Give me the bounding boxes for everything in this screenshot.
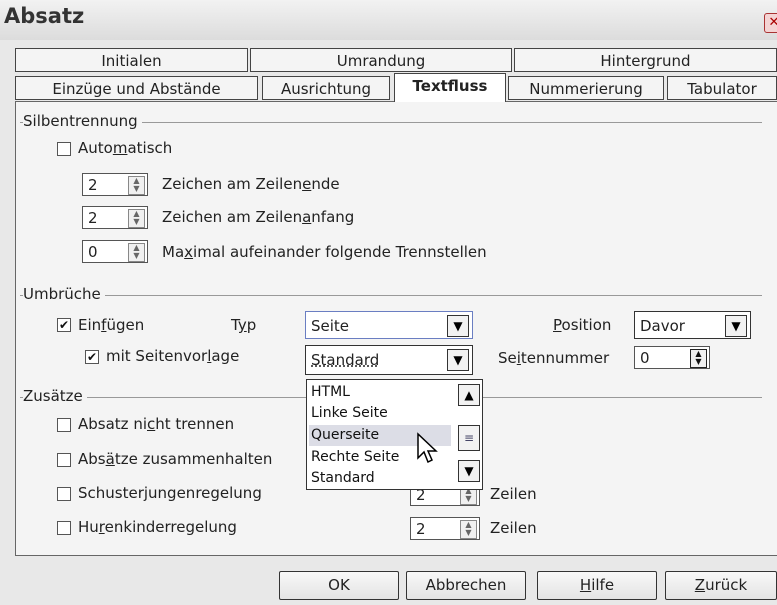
page-style-select[interactable]: Standard ▼	[305, 345, 473, 375]
automatic-label: Automatisch	[78, 139, 173, 157]
keep-together-checkbox[interactable]	[57, 418, 71, 432]
keep-together-label: Absatz nicht trennen	[78, 415, 235, 433]
automatic-checkbox[interactable]	[57, 142, 71, 156]
title-bar	[0, 0, 777, 40]
page-number-spin[interactable]: 0 ▲ ▼	[634, 346, 710, 369]
window-title: Absatz	[4, 4, 85, 28]
ok-button[interactable]: OK	[279, 571, 399, 600]
help-button[interactable]: Hilfe	[537, 571, 657, 600]
with-page-style-checkbox[interactable]: ✔	[85, 350, 99, 364]
tab-nummerierung[interactable]: Nummerierung	[508, 76, 664, 100]
orphan-lines-unit: Zeilen	[490, 485, 537, 503]
insert-break-label: Einfügen	[78, 316, 145, 334]
insert-break-checkbox[interactable]: ✔	[57, 318, 71, 332]
type-label: Typ	[231, 316, 257, 334]
list-item[interactable]: Linke Seite	[309, 403, 451, 424]
list-item[interactable]: Standard	[309, 468, 451, 489]
orphan-control-label: Schusterjungenregelung	[78, 484, 262, 502]
widow-control-label: Hurenkinderregelung	[78, 518, 237, 536]
chars-line-end-label: Zeichen am Zeilenende	[162, 175, 340, 193]
orphan-control-checkbox[interactable]	[57, 487, 71, 501]
tab-einzuege[interactable]: Einzüge und Abstände	[15, 76, 258, 100]
chars-line-start-spin[interactable]: 2 ▲ ▼	[82, 206, 148, 229]
scrollbar-thumb[interactable]: ≡	[458, 425, 480, 451]
tab-initialen[interactable]: Initialen	[15, 48, 248, 72]
keep-with-next-checkbox[interactable]	[57, 453, 71, 467]
break-type-select[interactable]: Seite ▼	[305, 311, 473, 339]
chevron-down-icon[interactable]: ▼	[447, 349, 469, 371]
group-label-hyphenation: Silbentrennung	[23, 112, 142, 130]
spin-arrows-icon[interactable]: ▲ ▼	[128, 243, 145, 262]
tab-umrandung[interactable]: Umrandung	[250, 48, 512, 72]
group-line-breaks	[20, 295, 762, 296]
list-item[interactable]: HTML	[309, 382, 451, 403]
page-number-label: Seitennummer	[498, 349, 610, 367]
position-label: Position	[553, 316, 612, 334]
spin-arrows-icon[interactable]: ▲ ▼	[128, 176, 145, 195]
mouse-cursor-icon	[417, 432, 438, 464]
chevron-down-icon[interactable]: ▼	[447, 315, 469, 337]
tab-textfluss[interactable]: Textfluss	[394, 73, 506, 102]
widow-lines-unit: Zeilen	[490, 519, 537, 537]
tab-ausrichtung[interactable]: Ausrichtung	[262, 76, 390, 100]
with-page-style-label: mit Seitenvorlage	[106, 347, 240, 365]
tab-hintergrund[interactable]: Hintergrund	[514, 48, 777, 72]
widow-control-checkbox[interactable]	[57, 521, 71, 535]
chars-line-end-spin[interactable]: 2 ▲ ▼	[82, 173, 148, 196]
back-button[interactable]: Zurück	[665, 571, 777, 600]
scroll-up-icon[interactable]: ▲	[458, 384, 480, 406]
keep-with-next-label: Absätze zusammenhalten	[78, 450, 273, 468]
tab-tabulator[interactable]: Tabulator	[667, 76, 777, 100]
page-style-dropdown-list[interactable]: HTML Linke Seite Querseite Rechte Seite …	[306, 379, 483, 490]
position-select[interactable]: Davor ▼	[634, 311, 751, 339]
spin-arrows-icon[interactable]: ▲ ▼	[128, 209, 145, 228]
spin-arrows-icon[interactable]: ▲ ▼	[460, 520, 477, 539]
cancel-button[interactable]: Abbrechen	[406, 571, 526, 600]
spin-arrows-icon[interactable]: ▲ ▼	[690, 349, 707, 368]
group-label-breaks: Umbrüche	[23, 285, 105, 303]
max-hyphens-spin[interactable]: 0 ▲ ▼	[82, 240, 148, 263]
max-hyphens-label: Maximal aufeinander folgende Trennstelle…	[162, 243, 487, 261]
widow-lines-spin[interactable]: 2 ▲ ▼	[410, 517, 480, 540]
chars-line-start-label: Zeichen am Zeilenanfang	[162, 208, 355, 226]
group-label-options: Zusätze	[23, 387, 87, 405]
chevron-down-icon[interactable]: ▼	[725, 315, 747, 337]
close-icon[interactable]: ✕	[764, 13, 777, 33]
scroll-down-icon[interactable]: ▼	[458, 460, 480, 482]
